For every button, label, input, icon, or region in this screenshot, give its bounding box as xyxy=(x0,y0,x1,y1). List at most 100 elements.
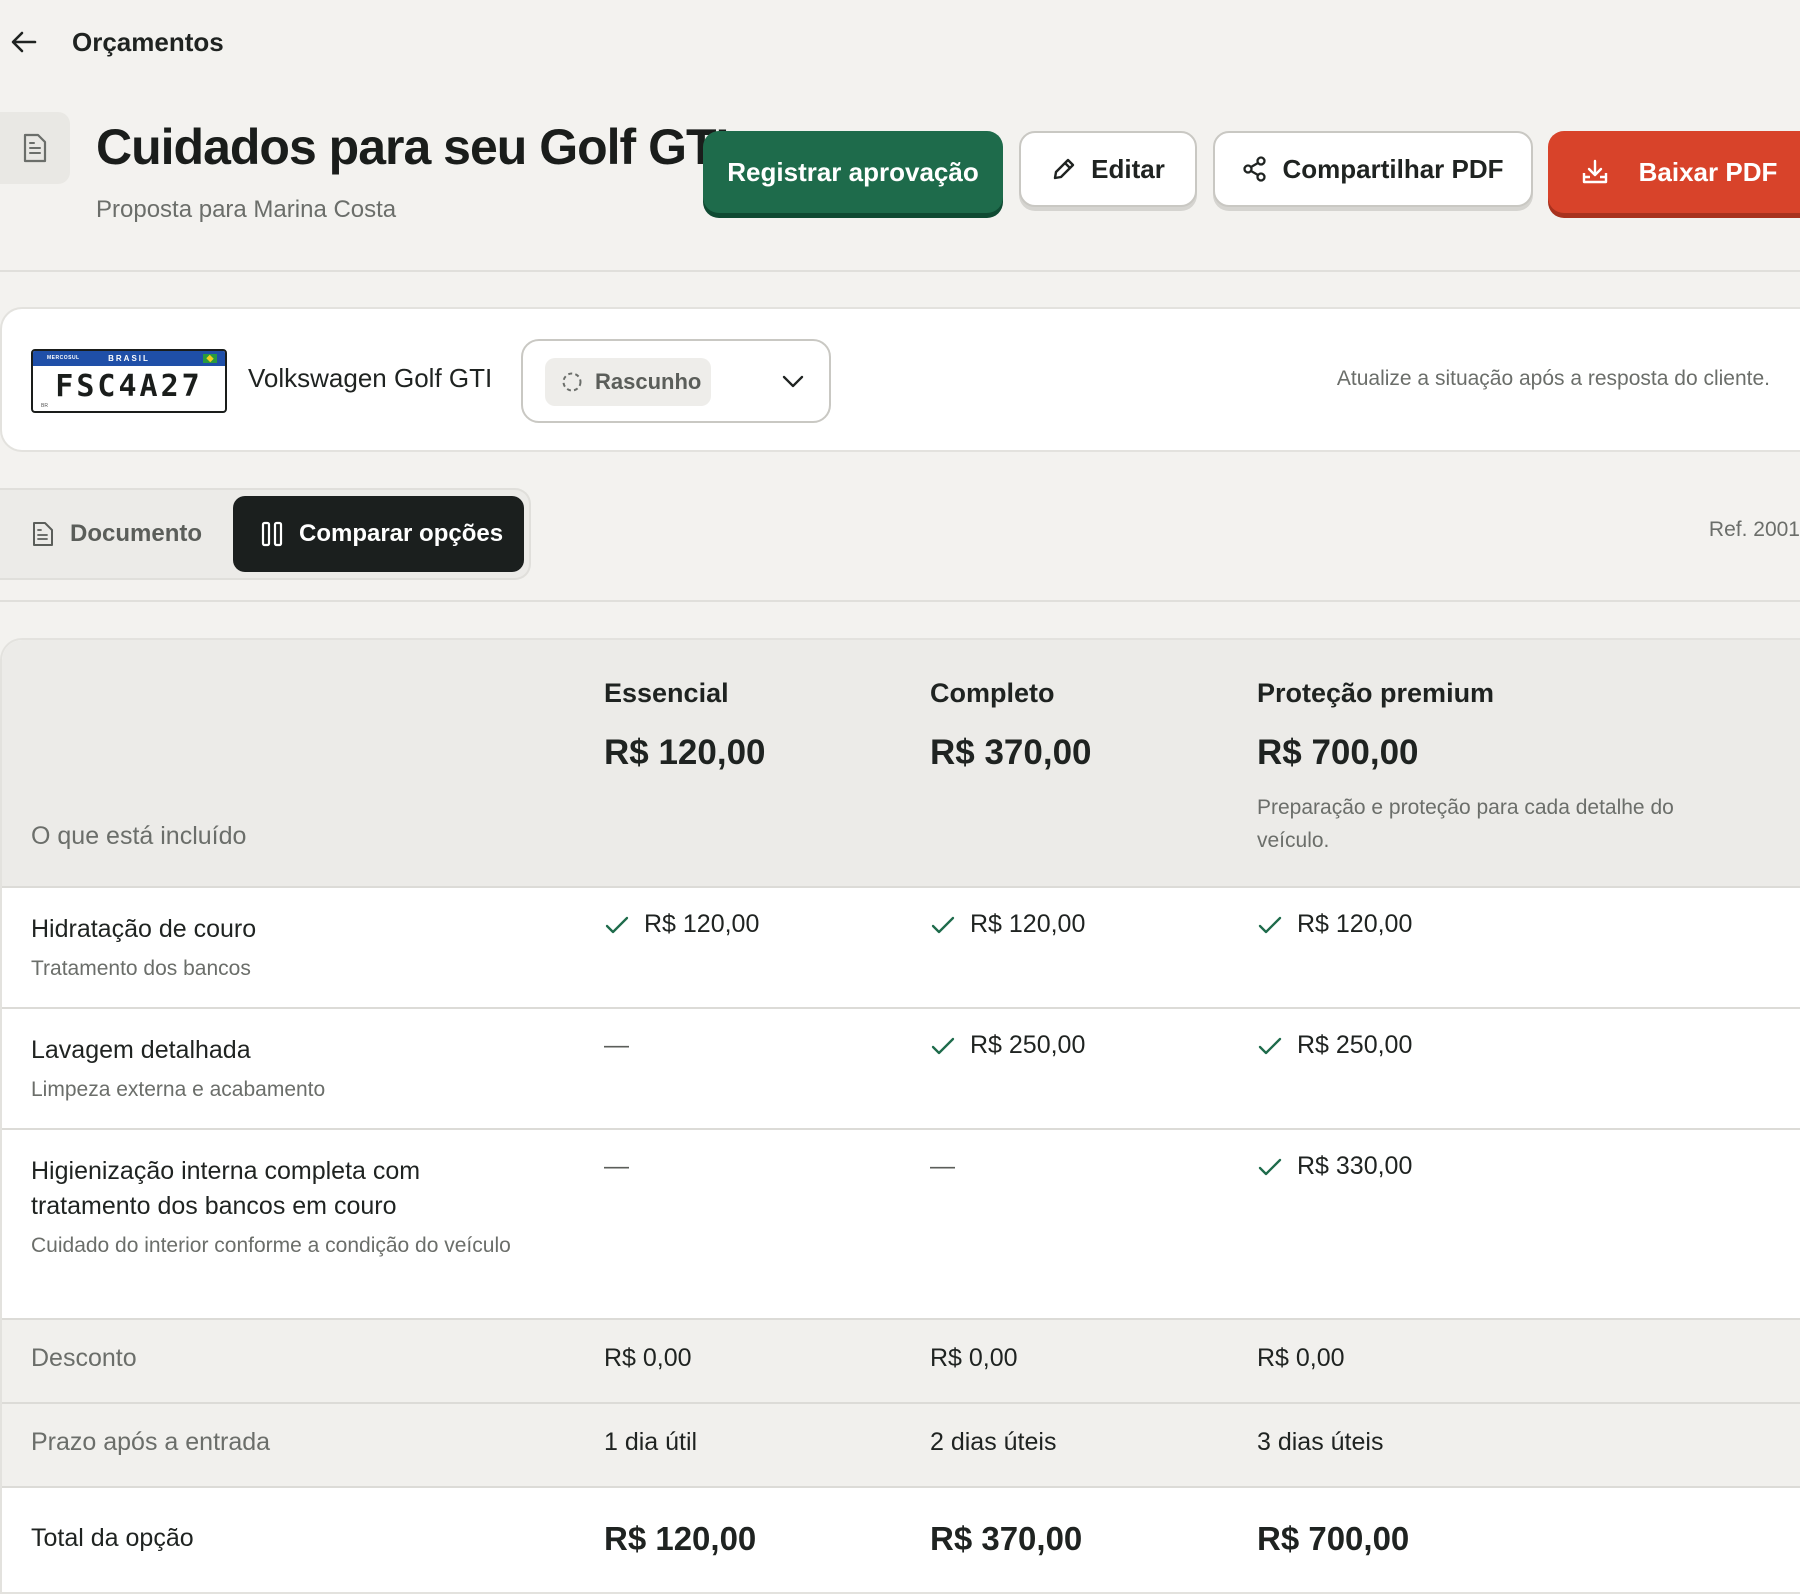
tab-compare-options[interactable]: Comparar opções xyxy=(233,496,524,572)
check-icon xyxy=(605,916,629,933)
item-cell: R$ 250,00 xyxy=(930,1031,1085,1060)
plan-protecao-premium: Proteção premium R$ 700,00 Preparação e … xyxy=(1257,678,1737,857)
item-subtitle: Tratamento dos bancos xyxy=(31,957,251,980)
share-pdf-button[interactable]: Compartilhar PDF xyxy=(1213,131,1533,207)
reference-number: Ref. 2001 xyxy=(1708,518,1800,541)
item-cell: — xyxy=(604,1152,629,1181)
license-plate: MERCOSUL BRASIL FSC4A27 BR xyxy=(31,349,227,413)
check-icon xyxy=(931,1037,955,1054)
not-included-dash: — xyxy=(930,1152,955,1180)
document-icon xyxy=(23,133,47,163)
plan-essencial: Essencial R$ 120,00 xyxy=(604,678,766,773)
document-icon-box xyxy=(0,112,70,184)
share-pdf-label: Compartilhar PDF xyxy=(1282,153,1504,184)
view-tabs: Documento Comparar opções xyxy=(0,488,531,580)
item-cell: R$ 250,00 xyxy=(1257,1031,1412,1060)
lead-time-value: 2 dias úteis xyxy=(930,1428,1057,1456)
download-icon xyxy=(1582,159,1607,184)
item-price: R$ 120,00 xyxy=(970,910,1086,938)
vehicle-bar: MERCOSUL BRASIL FSC4A27 BR Volkswagen Go… xyxy=(0,307,1800,452)
brazil-flag-icon xyxy=(203,354,217,363)
table-row: Higienização interna completa com tratam… xyxy=(2,1130,1800,1320)
plan-name: Completo xyxy=(930,678,1055,708)
item-price: R$ 250,00 xyxy=(1297,1031,1413,1059)
item-subtitle: Cuidado do interior conforme a condição … xyxy=(31,1234,511,1257)
not-included-dash: — xyxy=(604,1152,629,1180)
status-chip: Rascunho xyxy=(545,358,711,406)
item-price: R$ 120,00 xyxy=(1297,910,1413,938)
item-cell: — xyxy=(604,1031,629,1060)
tab-compare-label: Comparar opções xyxy=(299,520,504,547)
tab-document[interactable]: Documento xyxy=(32,496,202,572)
check-icon xyxy=(1258,1158,1282,1175)
lead-time-row: Prazo após a entrada 1 dia útil 2 dias ú… xyxy=(2,1404,1800,1488)
table-row: Hidratação de couro Tratamento dos banco… xyxy=(2,888,1800,1009)
status-hint: Atualize a situação após a resposta do c… xyxy=(1336,367,1770,390)
check-icon xyxy=(1258,916,1282,933)
plan-price: R$ 120,00 xyxy=(604,733,766,772)
breadcrumb-orcamentos[interactable]: Orçamentos xyxy=(72,27,224,58)
item-cell: R$ 120,00 xyxy=(930,910,1085,939)
header-divider xyxy=(0,270,1800,272)
plan-description: Preparação e proteção para cada detalhe … xyxy=(1257,796,1674,852)
lead-time-label: Prazo após a entrada xyxy=(31,1428,271,1456)
plate-number: FSC4A27 xyxy=(55,369,203,404)
plate-band: MERCOSUL BRASIL xyxy=(33,351,225,366)
plate-code: BR xyxy=(41,403,48,409)
download-pdf-label: Baixar PDF xyxy=(1638,156,1778,187)
discount-value: R$ 0,00 xyxy=(604,1344,692,1372)
plan-price: R$ 700,00 xyxy=(1257,733,1419,772)
plan-name: Essencial xyxy=(604,678,729,708)
item-price: R$ 120,00 xyxy=(644,910,760,938)
item-price: R$ 330,00 xyxy=(1297,1152,1413,1180)
page-title: Cuidados para seu Golf GTI xyxy=(96,119,729,175)
item-cell: R$ 330,00 xyxy=(1257,1152,1412,1181)
total-value: R$ 120,00 xyxy=(604,1520,757,1557)
status-value: Rascunho xyxy=(595,369,702,394)
status-select[interactable]: Rascunho xyxy=(521,339,831,423)
item-cell: R$ 120,00 xyxy=(604,910,759,939)
share-icon xyxy=(1243,156,1267,182)
total-row: Total da opção R$ 120,00 R$ 370,00 R$ 70… xyxy=(2,1488,1800,1592)
lead-time-value: 3 dias úteis xyxy=(1257,1428,1384,1456)
discount-label: Desconto xyxy=(31,1344,137,1372)
item-title: Lavagem detalhada xyxy=(31,1036,251,1064)
not-included-dash: — xyxy=(604,1031,629,1059)
register-approval-label: Registrar aprovação xyxy=(727,156,979,187)
page-subtitle: Proposta para Marina Costa xyxy=(96,196,397,223)
check-icon xyxy=(1258,1037,1282,1054)
check-icon xyxy=(931,916,955,933)
edit-label: Editar xyxy=(1091,153,1165,184)
edit-button[interactable]: Editar xyxy=(1019,131,1197,207)
included-label: O que está incluído xyxy=(31,822,247,850)
plan-completo: Completo R$ 370,00 xyxy=(930,678,1092,773)
download-pdf-button[interactable]: Baixar PDF xyxy=(1548,131,1800,213)
item-title: Higienização interna completa com tratam… xyxy=(31,1157,421,1220)
discount-row: Desconto R$ 0,00 R$ 0,00 R$ 0,00 xyxy=(2,1320,1800,1404)
total-value: R$ 700,00 xyxy=(1257,1520,1410,1557)
tabs-divider xyxy=(0,600,1800,602)
dashed-circle-icon xyxy=(562,372,582,392)
document-icon xyxy=(33,522,53,546)
chevron-down-icon xyxy=(782,375,804,388)
back-button[interactable] xyxy=(10,28,38,56)
item-title: Hidratação de couro xyxy=(31,915,257,943)
plate-country: BRASIL xyxy=(108,354,150,363)
pencil-icon xyxy=(1053,158,1075,180)
table-header: O que está incluído Essencial R$ 120,00 … xyxy=(2,640,1800,888)
total-value: R$ 370,00 xyxy=(930,1520,1083,1557)
item-cell: — xyxy=(930,1152,955,1181)
plan-price: R$ 370,00 xyxy=(930,733,1092,772)
columns-icon xyxy=(261,521,283,547)
arrow-left-icon xyxy=(11,31,37,53)
item-subtitle: Limpeza externa e acabamento xyxy=(31,1078,326,1101)
top-nav: Orçamentos xyxy=(10,22,224,62)
total-label: Total da opção xyxy=(31,1524,194,1552)
lead-time-value: 1 dia útil xyxy=(604,1428,698,1456)
discount-value: R$ 0,00 xyxy=(930,1344,1018,1372)
item-price: R$ 250,00 xyxy=(970,1031,1086,1059)
tab-document-label: Documento xyxy=(70,520,202,547)
table-row: Lavagem detalhada Limpeza externa e acab… xyxy=(2,1009,1800,1130)
comparison-table: O que está incluído Essencial R$ 120,00 … xyxy=(0,638,1800,1594)
register-approval-button[interactable]: Registrar aprovação xyxy=(703,131,1003,213)
